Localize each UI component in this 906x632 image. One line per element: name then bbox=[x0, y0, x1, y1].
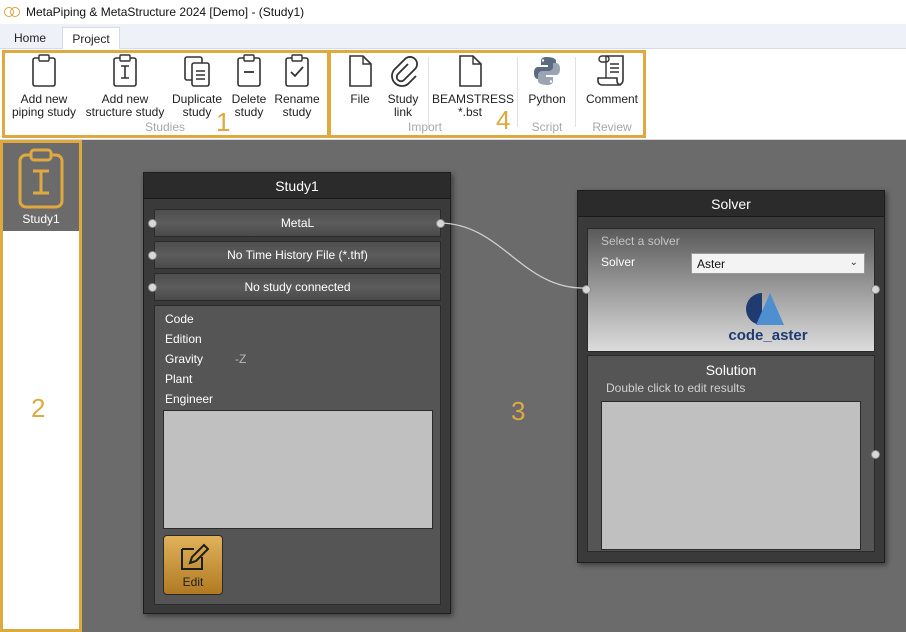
sidebar-item-study1[interactable]: Study1 bbox=[3, 143, 79, 231]
app-logo-icon bbox=[4, 7, 20, 17]
sidebar-item-label: Study1 bbox=[22, 212, 60, 226]
sidebar-callout-number: 2 bbox=[31, 393, 46, 423]
delete-study-button[interactable]: Delete study bbox=[228, 54, 270, 119]
studies-group-label: Studies bbox=[144, 120, 186, 134]
import-callout-number: 4 bbox=[496, 105, 511, 135]
rename-study-label: Rename study bbox=[274, 92, 320, 119]
studies-callout-number: 1 bbox=[216, 107, 231, 137]
ribbon-separator bbox=[575, 57, 576, 127]
node-canvas[interactable]: 3 Study1 MetaL No Time History File (*.t… bbox=[82, 140, 906, 632]
add-piping-study-button[interactable]: Add new piping study bbox=[9, 54, 79, 119]
file-icon bbox=[459, 55, 482, 87]
tab-project[interactable]: Project bbox=[62, 27, 120, 49]
python-icon bbox=[534, 57, 560, 85]
study-sidebar: Study1 2 bbox=[0, 140, 82, 632]
script-group-label: Script bbox=[531, 120, 563, 134]
paperclip-icon bbox=[391, 56, 418, 87]
duplicate-study-label: Duplicate study bbox=[171, 92, 223, 119]
window-title: MetaPiping & MetaStructure 2024 [Demo] -… bbox=[26, 5, 305, 19]
import-group-label: Import bbox=[407, 120, 442, 134]
ribbon-separator bbox=[517, 57, 518, 127]
import-file-button[interactable]: File bbox=[340, 54, 380, 106]
comment-label: Comment bbox=[585, 92, 638, 106]
add-structure-study-button[interactable]: Add new structure study bbox=[83, 54, 167, 119]
file-icon bbox=[349, 55, 372, 87]
tab-home[interactable]: Home bbox=[6, 27, 54, 49]
title-bar: MetaPiping & MetaStructure 2024 [Demo] -… bbox=[0, 0, 906, 24]
add-structure-study-label: Add new structure study bbox=[85, 92, 165, 119]
scroll-icon bbox=[597, 55, 624, 86]
import-file-label: File bbox=[350, 92, 370, 106]
ribbon-separator bbox=[428, 57, 429, 127]
python-label: Python bbox=[528, 92, 566, 106]
duplicate-icon bbox=[184, 56, 210, 87]
comment-button[interactable]: Comment bbox=[582, 54, 642, 106]
clipboard-icon bbox=[32, 54, 56, 87]
connection-wire bbox=[438, 222, 587, 289]
delete-study-label: Delete study bbox=[231, 92, 267, 119]
study-link-label: Study link bbox=[387, 92, 419, 119]
ribbon-tabs: Home Project bbox=[0, 24, 906, 49]
clipboard-beam-icon bbox=[18, 148, 64, 209]
clipboard-minus-icon bbox=[237, 54, 261, 87]
add-piping-study-label: Add new piping study bbox=[11, 92, 77, 119]
ribbon: Add new piping study Add new structure s… bbox=[0, 49, 906, 140]
rename-study-button[interactable]: Rename study bbox=[273, 54, 321, 119]
python-script-button[interactable]: Python bbox=[523, 54, 571, 106]
clipboard-check-icon bbox=[285, 54, 309, 87]
study-link-button[interactable]: Study link bbox=[383, 54, 423, 119]
review-group-label: Review bbox=[592, 120, 632, 134]
clipboard-beam-icon bbox=[113, 54, 137, 87]
